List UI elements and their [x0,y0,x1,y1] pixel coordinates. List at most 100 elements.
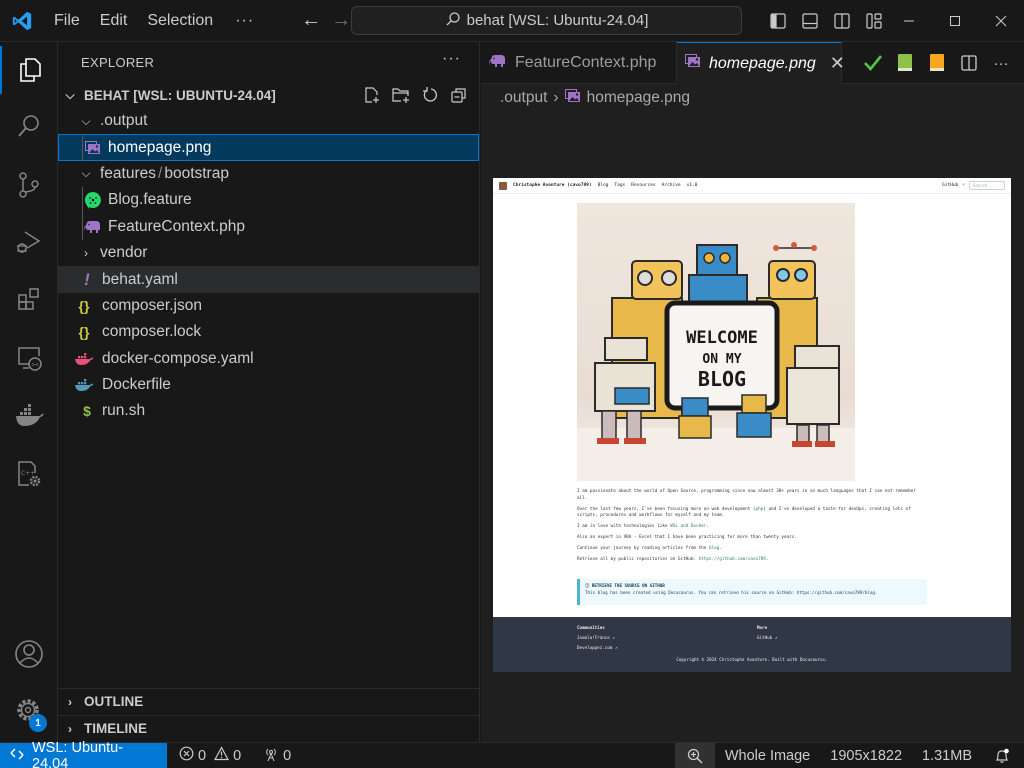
workspace-folder-header[interactable]: ⌵ BEHAT [WSL: UBUNTU-24.04] [58,82,479,108]
site-nav-link: Resources [631,183,656,188]
toggle-secondary-sidebar-icon[interactable] [828,7,856,35]
image-preview[interactable]: Christophe Avonture (cavo789) Blog Tags … [493,178,1011,672]
toggle-panel-icon[interactable] [796,7,824,35]
tree-item-blog-feature[interactable]: Blog.feature [58,187,479,214]
source-control-icon[interactable] [0,161,58,209]
tree-item-dockerfile[interactable]: Dockerfile [58,372,479,398]
notifications-bell-icon[interactable] [982,743,1024,768]
tree-item-homepage-png[interactable]: homepage.png [58,134,479,161]
close-window-icon[interactable] [978,0,1024,42]
accounts-icon[interactable] [0,630,58,678]
activity-bar: >< C++ 1 [0,42,58,742]
menu-file[interactable]: File [44,0,90,42]
site-nav-link: v1.0 [686,183,698,188]
timeline-title: TIMELINE [84,721,147,736]
tab-homepage-png[interactable]: homepage.png ✕ [677,42,845,84]
new-file-icon[interactable] [360,83,384,107]
settings-gear-icon[interactable]: 1 [0,687,58,735]
outline-title: OUTLINE [84,694,144,709]
orange-book-icon[interactable] [924,50,950,76]
zoom-in-icon[interactable] [674,743,715,768]
run-debug-icon[interactable] [0,218,58,266]
compact-folder-separator: / [158,164,163,182]
image-dimensions: 1905x1822 [830,748,903,764]
explorer-sidebar: EXPLORER ··· ⌵ BEHAT [WSL: UBUNTU-24.04]… [58,42,480,742]
green-book-icon[interactable] [892,50,918,76]
docker-icon[interactable] [0,392,58,440]
tab-label: FeatureContext.php [515,54,657,71]
timeline-section-header[interactable]: › TIMELINE [58,715,480,741]
docker-compose-file-icon [72,350,96,368]
collapse-all-icon[interactable] [447,83,471,107]
title-bar: File Edit Selection ··· ← → behat [WSL: … [0,0,1024,42]
breadcrumb: .output › homepage.png [481,84,1024,112]
tree-item-featurecontext-php[interactable]: FeatureContext.php [58,213,479,240]
tree-item-output-folder[interactable]: ⌵ .output [58,108,479,134]
editor-more-actions-button[interactable]: ··· [988,50,1014,76]
ports-indicator[interactable]: 0 [257,743,297,768]
checkmark-icon[interactable] [860,50,886,76]
tree-item-behat-yaml[interactable]: ! behat.yaml [58,266,479,293]
search-icon [445,11,461,31]
tree-item-label: composer.lock [102,323,202,341]
extensions-icon[interactable] [0,276,58,324]
menu-more-button[interactable]: ··· [223,12,266,30]
php-elephant-icon [489,54,507,73]
warning-count: 0 [233,747,242,764]
maximize-icon[interactable] [932,0,978,42]
image-file-icon [564,88,581,108]
tree-item-label: composer.json [102,296,202,314]
chevron-right-icon: › [68,694,72,709]
warning-icon [214,746,230,765]
close-tab-icon[interactable]: ✕ [830,53,845,74]
toggle-primary-sidebar-icon[interactable] [764,7,792,35]
footer-link: GitHub ↗ [757,635,778,640]
tree-item-label: behat.yaml [102,270,178,288]
site-nav-link: Archive [661,183,681,188]
tree-item-docker-compose-yaml[interactable]: docker-compose.yaml [58,346,479,372]
tree-item-features-bootstrap-folder[interactable]: ⌵ features / bootstrap [58,161,479,187]
site-brand: Christophe Avonture (cavo789) [513,183,592,188]
minimize-icon[interactable] [886,0,932,42]
site-paragraph: Also an expert in VBA - Excel that I hav… [577,535,797,540]
remote-label: WSL: Ubuntu-24.04 [32,739,124,768]
breadcrumb-folder[interactable]: .output [500,89,547,107]
menu-edit[interactable]: Edit [90,0,138,42]
new-folder-icon[interactable] [389,83,413,107]
split-editor-icon[interactable] [956,50,982,76]
search-icon[interactable] [0,102,58,150]
remote-explorer-icon[interactable]: >< [0,334,58,382]
tab-featurecontext-php[interactable]: FeatureContext.php [481,42,677,84]
status-bar: WSL: Ubuntu-24.04 0 0 0 Whole Image 1905… [0,739,1024,768]
menu-selection[interactable]: Selection [137,0,223,42]
tree-item-run-sh[interactable]: $ run.sh [58,398,479,424]
editor-tabs: FeatureContext.php homepage.png ✕ ··· [481,42,1024,84]
explorer-icon[interactable] [0,46,58,94]
indent-guide [82,134,83,161]
refresh-icon[interactable] [418,83,442,107]
tree-item-vendor-folder[interactable]: › vendor [58,240,479,266]
customize-layout-icon[interactable] [860,7,888,35]
site-paragraph: Continue your journey by reading article… [577,546,722,551]
zoom-mode[interactable]: Whole Image [715,743,820,768]
outline-section-header[interactable]: › OUTLINE [58,688,480,714]
back-arrow-icon[interactable]: ← [296,9,326,32]
site-footer: Communities Joomla!France ↗ Developpez.c… [493,617,1011,672]
explorer-more-actions-button[interactable]: ··· [442,50,461,68]
breadcrumb-file[interactable]: homepage.png [587,89,690,107]
problems-indicator[interactable]: 0 0 [173,743,247,768]
cpp-settings-icon[interactable]: C++ [0,450,58,498]
admonition-title: ⓘ RETRIEVE THE SOURCE ON GITHUB [585,583,665,588]
remote-indicator[interactable]: WSL: Ubuntu-24.04 [0,739,167,768]
explorer-title: EXPLORER [81,54,155,70]
chevron-down-icon: ⌵ [81,113,91,128]
footer-link: Developpez.com ↗ [577,645,618,650]
json-file-icon: {} [78,297,90,314]
json-file-icon: {} [78,324,90,341]
tree-item-composer-json[interactable]: {} composer.json [58,293,479,319]
error-icon [179,746,194,765]
command-center[interactable]: behat [WSL: Ubuntu-24.04] [351,6,742,35]
tree-item-label: Dockerfile [102,376,171,394]
tree-item-composer-lock[interactable]: {} composer.lock [58,319,479,345]
php-elephant-icon [84,218,102,236]
